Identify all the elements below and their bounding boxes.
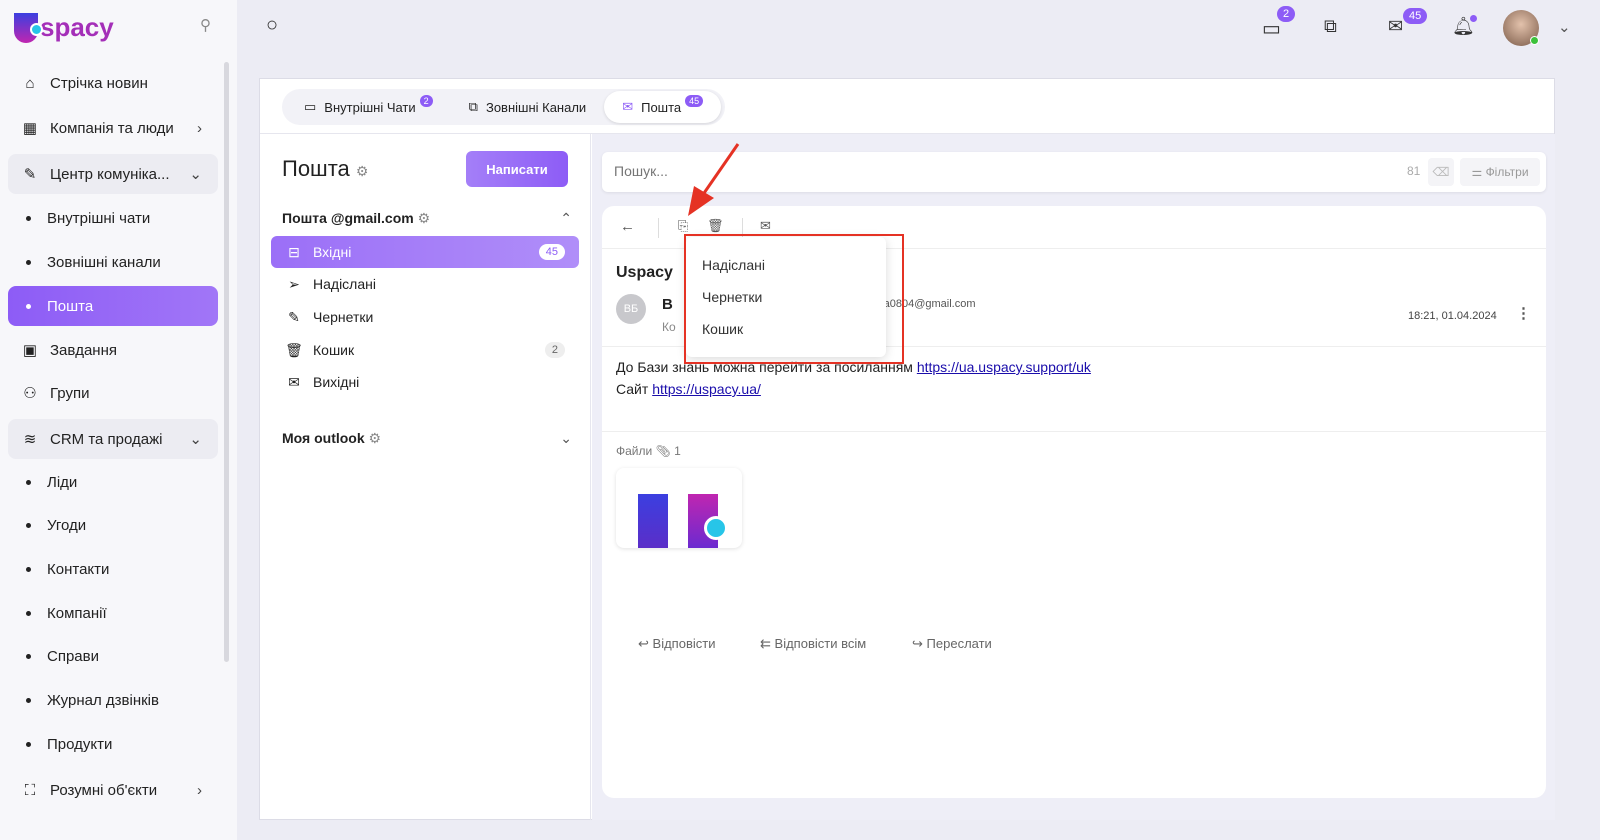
reply-all-icon: ⇇	[760, 636, 771, 651]
gear-icon: ⚙	[417, 210, 431, 226]
sidebar-item-activities[interactable]: Справи	[8, 636, 218, 676]
folder-drafts[interactable]: ✎ Чернетки	[271, 301, 579, 333]
trash-icon[interactable]: 🗑︎	[707, 218, 724, 234]
mail-icon[interactable]: ✉	[1388, 16, 1403, 37]
folder-sent[interactable]: ➢ Надіслані	[271, 268, 579, 300]
more-vertical-icon[interactable]: ⋮	[1516, 304, 1531, 322]
folder-outbox[interactable]: ✉ Вихідні	[271, 366, 579, 398]
notification-dot	[1470, 15, 1477, 22]
edit-icon: ✎	[288, 308, 300, 325]
website-link[interactable]: https://uspacy.ua/	[652, 381, 761, 397]
send-icon: ➢	[288, 275, 300, 292]
sidebar-item-groups[interactable]: ⚇ Групи	[8, 373, 218, 413]
chevron-right-icon: ›	[197, 781, 202, 799]
sender-avatar: ВБ	[616, 294, 646, 324]
chevron-right-icon: ›	[197, 119, 202, 137]
smart-object-icon: ⛶	[24, 781, 36, 799]
sidebar-item-companies[interactable]: Компанії	[8, 593, 218, 633]
database-icon: ≋	[23, 431, 37, 448]
tab-bar: ▭ Внутрішні Чати 2 ⧉ Зовнішні Канали ✉ Пошта…	[282, 89, 726, 125]
reply-icon: ↩	[638, 636, 649, 651]
sidebar-item-call-log[interactable]: Журнал дзвінків	[8, 680, 218, 720]
sidebar-item-crm[interactable]: ≋ CRM та продажі ⌄	[8, 419, 218, 459]
chat-icon: ▭	[304, 99, 317, 114]
eraser-icon[interactable]: ⌫	[1428, 158, 1454, 186]
result-count: 81	[1407, 164, 1421, 178]
gear-icon: ⚙	[368, 430, 382, 446]
search-icon[interactable]: ○	[266, 14, 278, 37]
uspacy-logo[interactable]: spacy	[14, 12, 114, 43]
chat-icon[interactable]: ▭	[1262, 16, 1281, 41]
chevron-down-icon: ⌄	[189, 431, 202, 448]
building-icon: ▦	[22, 120, 38, 137]
annotation-arrow	[688, 143, 740, 216]
mail-icon: ✉	[622, 99, 634, 114]
move-to-folder-icon[interactable]: ⎘	[678, 218, 688, 234]
sidebar-item-company[interactable]: ▦ Компанія та люди ›	[8, 108, 218, 148]
home-icon: ⌂	[25, 74, 35, 92]
conversations-icon[interactable]: ⧉	[1324, 16, 1337, 37]
sidebar-scrollbar[interactable]	[224, 62, 229, 662]
page-title: Пошта ⚙	[282, 156, 369, 181]
highlight-box	[684, 234, 904, 364]
trash-icon: 🗑︎	[285, 341, 303, 358]
tab-internal-chats[interactable]: ▭ Внутрішні Чати 2	[286, 91, 451, 123]
chat-edit-icon: ✎	[23, 166, 37, 183]
forward-button[interactable]: ↪ Переслати	[912, 636, 992, 652]
filters-button[interactable]: ⚌ Фільтри	[1460, 158, 1540, 186]
main-panel: ▭ Внутрішні Чати 2 ⧉ Зовнішні Канали ✉ Пошта…	[259, 78, 1555, 820]
compose-button[interactable]: Написати	[466, 151, 568, 187]
message-datetime: 18:21, 01.04.2024	[1408, 310, 1497, 322]
knowledge-base-link[interactable]: https://ua.uspacy.support/uk	[917, 359, 1091, 375]
sidebar-item-leads[interactable]: Ліди	[8, 462, 218, 502]
chevron-down-icon: ⌄	[560, 430, 572, 446]
gear-icon[interactable]: ⚙	[356, 163, 369, 179]
folder-inbox[interactable]: ⊟ Вхідні 45	[271, 236, 579, 268]
paperclip-icon: 📎︎	[655, 444, 671, 458]
sidebar-item-external-channels[interactable]: Зовнішні канали	[8, 242, 218, 282]
sidebar-item-communications[interactable]: ✎ Центр комуніка... ⌄	[8, 154, 218, 194]
forward-icon: ↪	[912, 636, 923, 651]
reply-button[interactable]: ↩ Відповісти	[638, 636, 715, 652]
sliders-icon: ⚌	[1471, 165, 1483, 179]
sidebar-item-internal-chats[interactable]: Внутрішні чати	[8, 198, 218, 238]
chevron-up-icon: ⌃	[560, 210, 572, 226]
pin-icon[interactable]: ⚲	[200, 16, 211, 34]
sidebar-item-mail[interactable]: Пошта	[8, 286, 218, 326]
chat-badge: 2	[1277, 6, 1296, 22]
tab-external-channels[interactable]: ⧉ Зовнішні Канали	[451, 91, 605, 123]
message-subject: Uspacy	[616, 264, 673, 281]
account-gmail[interactable]: Пошта @gmail.com ⚙ ⌃	[282, 210, 572, 227]
account-outlook[interactable]: Моя outlook ⚙ ⌄	[282, 430, 572, 447]
folder-trash[interactable]: 🗑︎ Кошик 2	[271, 334, 579, 366]
sidebar-item-deals[interactable]: Угоди	[8, 505, 218, 545]
tab-mail[interactable]: ✉ Пошта 45	[604, 91, 722, 123]
sidebar-item-news[interactable]: ⌂ Стрічка новин	[8, 63, 218, 103]
attachment-thumbnail[interactable]	[616, 468, 742, 548]
outbox-icon: ✉	[288, 373, 300, 390]
mark-unread-icon[interactable]: ✉	[760, 218, 771, 234]
sender-name: В	[662, 296, 673, 313]
chevron-down-icon[interactable]: ⌄	[1558, 18, 1571, 36]
mail-folders-panel: Пошта ⚙ Написати Пошта @gmail.com ⚙ ⌃ ⊟ Вх…	[260, 134, 591, 820]
sidebar-item-tasks[interactable]: ▣ Завдання	[8, 330, 218, 370]
calendar-icon: ▣	[22, 342, 38, 359]
recipient-label: Ко	[662, 320, 676, 334]
users-icon: ⚇	[23, 385, 37, 402]
mail-badge: 45	[1403, 8, 1428, 24]
files-header: Файли 📎︎ 1	[616, 444, 681, 458]
sidebar-item-smart-objects[interactable]: ⛶ Розумні об'єкти ›	[8, 770, 218, 810]
sidebar-item-contacts[interactable]: Контакти	[8, 549, 218, 589]
conversations-icon: ⧉	[468, 99, 478, 114]
inbox-icon: ⊟	[288, 243, 300, 260]
chevron-down-icon: ⌄	[189, 166, 202, 183]
reply-all-button[interactable]: ⇇ Відповісти всім	[760, 636, 866, 652]
sidebar-item-products[interactable]: Продукти	[8, 724, 218, 764]
sidebar: spacy ⚲ ⌂ Стрічка новин ▦ Компанія та люди…	[0, 0, 237, 840]
back-arrow-icon[interactable]: ←	[620, 218, 635, 235]
online-status-dot	[1530, 36, 1539, 45]
